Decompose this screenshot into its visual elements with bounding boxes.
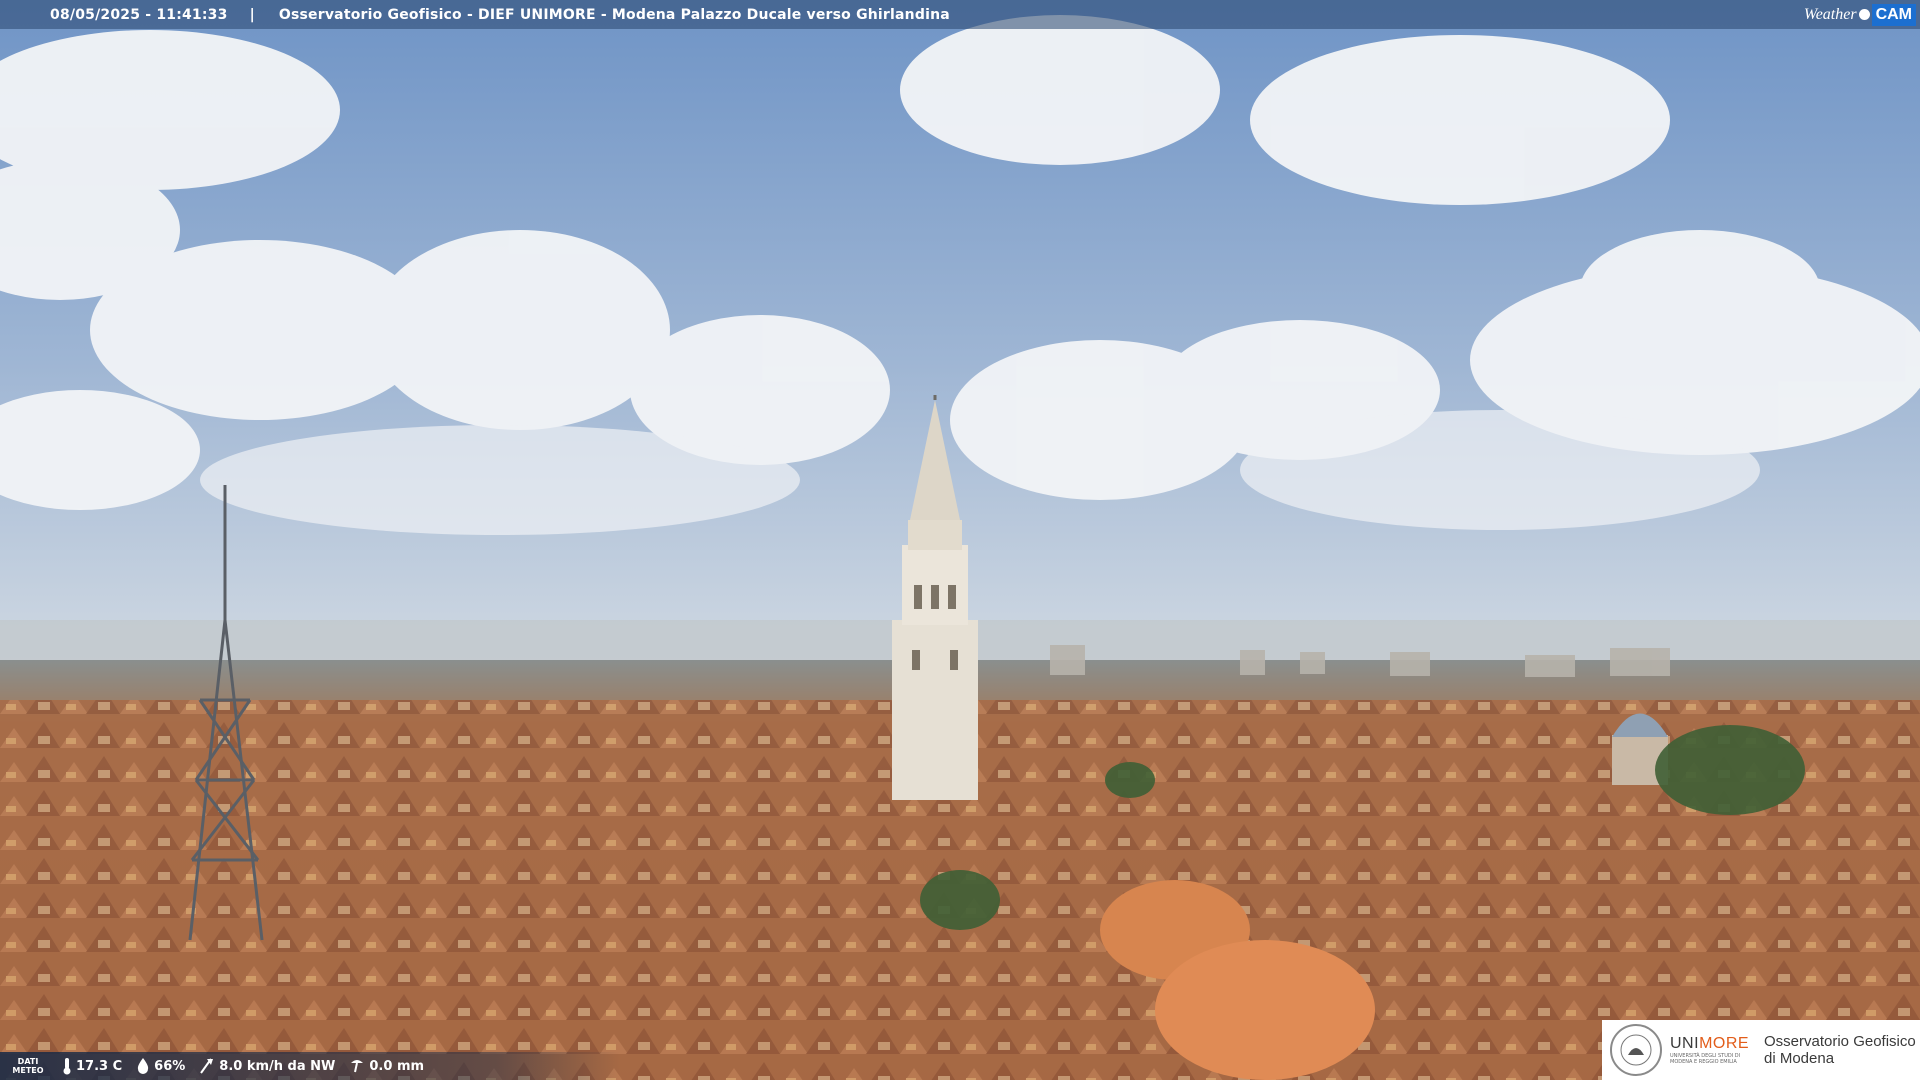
header-bar: 08/05/2025 - 11:41:33 | Osservatorio Geo… — [0, 0, 1920, 29]
rain-reading: 0.0 mm — [349, 1057, 424, 1075]
timestamp: 08/05/2025 - 11:41:33 — [50, 6, 228, 23]
weathercam-dot-icon — [1858, 9, 1870, 20]
webcam-image — [0, 0, 1920, 1080]
weather-data-label: DATI METEO — [12, 1057, 44, 1075]
thermometer-icon — [63, 1058, 71, 1075]
observatory-name: Osservatorio Geofisico di Modena — [1764, 1033, 1916, 1067]
wind-reading: 8.0 km/h da NW — [199, 1057, 335, 1075]
temperature-reading: 17.3 C — [62, 1057, 122, 1075]
university-seal-icon — [1610, 1024, 1662, 1076]
rain-gauge-icon — [351, 1060, 364, 1073]
weathercam-cam-text: CAM — [1871, 3, 1916, 26]
weathercam-logo: Weather CAM — [1804, 0, 1920, 29]
header-separator: | — [249, 6, 255, 23]
wind-icon — [200, 1058, 214, 1074]
unimore-wordmark: UNIMORE UNIVERSITÀ DEGLI STUDI DI MODENA… — [1670, 1035, 1750, 1065]
unimore-logo: UNIMORE UNIVERSITÀ DEGLI STUDI DI MODENA… — [1602, 1020, 1920, 1080]
humidity-drop-icon — [138, 1058, 149, 1074]
humidity-reading: 66% — [136, 1057, 185, 1075]
camera-title: Osservatorio Geofisico - DIEF UNIMORE - … — [278, 6, 950, 23]
weathercam-weather-text: Weather — [1803, 5, 1857, 23]
weather-data-strip: DATI METEO 17.3 C 66% 8.0 km/h da NW 0.0… — [0, 1052, 620, 1080]
